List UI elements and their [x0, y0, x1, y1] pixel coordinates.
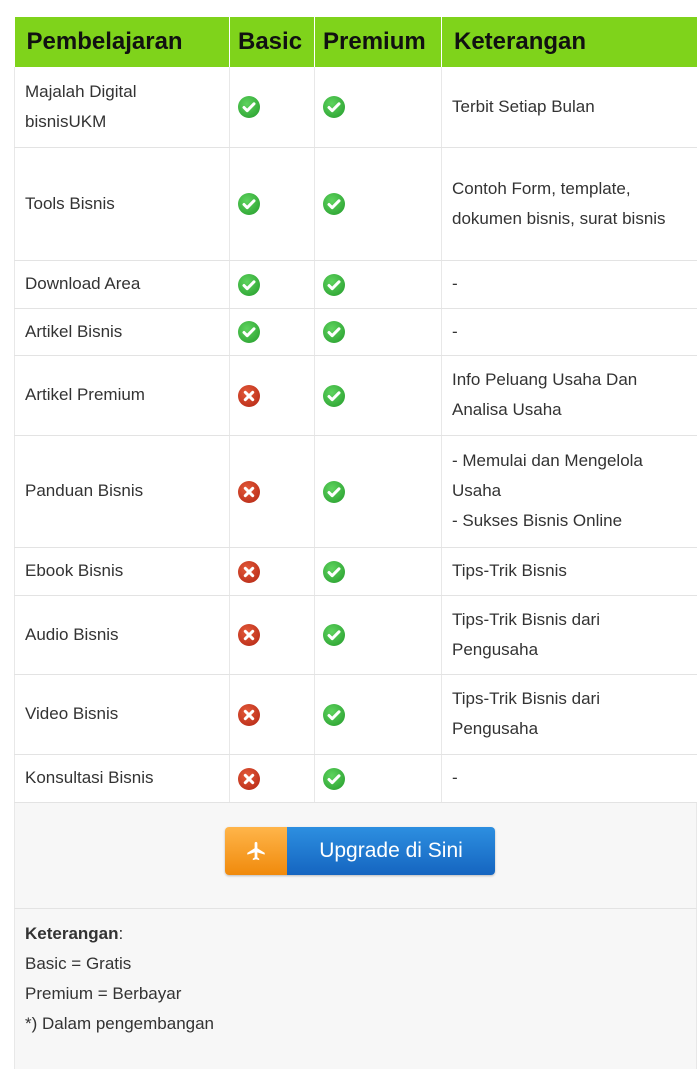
upgrade-button[interactable]: Upgrade di Sini [225, 827, 495, 875]
airplane-icon [225, 827, 287, 875]
basic-cell [230, 147, 315, 260]
table-row: Audio Bisnis Tips-Trik Bisnis dari Pengus… [15, 595, 697, 674]
feature-name: Audio Bisnis [15, 595, 230, 674]
basic-cell [230, 260, 315, 308]
feature-name: Konsultasi Bisnis [15, 754, 230, 802]
table-row: Artikel Bisnis - [15, 308, 697, 355]
check-icon [323, 385, 345, 407]
feature-name: Majalah Digital bisnisUKM [15, 67, 230, 147]
check-icon [323, 274, 345, 296]
check-icon [323, 481, 345, 503]
feature-note: Tips-Trik Bisnis dari Pengusaha [442, 674, 697, 754]
header-pembelajaran: Pembelajaran [15, 17, 230, 67]
basic-cell [230, 547, 315, 595]
basic-cell [230, 674, 315, 754]
premium-cell [315, 355, 442, 435]
table-row: Majalah Digital bisnisUKM Terbit Setiap B… [15, 67, 697, 147]
basic-cell [230, 754, 315, 802]
basic-cell [230, 355, 315, 435]
check-icon [323, 193, 345, 215]
header-premium: Premium [315, 17, 442, 67]
premium-cell [315, 260, 442, 308]
cross-icon [238, 768, 260, 790]
notes-heading-colon: : [119, 924, 124, 943]
table-header-row: Pembelajaran Basic Premium Keterangan [15, 17, 697, 67]
upgrade-button-label: Upgrade di Sini [287, 827, 495, 875]
check-icon [323, 561, 345, 583]
header-keterangan: Keterangan [442, 17, 697, 67]
feature-note: Info Peluang Usaha Dan Analisa Usaha [442, 355, 697, 435]
table-row: Tools Bisnis Contoh Form, template, dokum… [15, 147, 697, 260]
notes-line: Basic = Gratis [25, 949, 686, 979]
notes-heading: Keterangan [25, 924, 119, 943]
cross-icon [238, 561, 260, 583]
check-icon [323, 768, 345, 790]
feature-name: Video Bisnis [15, 674, 230, 754]
table-row: Konsultasi Bisnis - [15, 754, 697, 802]
premium-cell [315, 308, 442, 355]
cross-icon [238, 624, 260, 646]
feature-note: - Memulai dan Mengelola Usaha - Sukses B… [442, 435, 697, 547]
check-icon [238, 193, 260, 215]
premium-cell [315, 595, 442, 674]
notes-line: Premium = Berbayar [25, 979, 686, 1009]
notes-heading-line: Keterangan: [25, 919, 686, 949]
feature-note: Contoh Form, template, dokumen bisnis, s… [442, 147, 697, 260]
pricing-comparison: Pembelajaran Basic Premium Keterangan Ma… [14, 17, 697, 1069]
comparison-table: Pembelajaran Basic Premium Keterangan Ma… [14, 17, 697, 803]
check-icon [323, 704, 345, 726]
feature-name: Download Area [15, 260, 230, 308]
feature-note: Tips-Trik Bisnis dari Pengusaha [442, 595, 697, 674]
feature-note: - [442, 754, 697, 802]
check-icon [323, 96, 345, 118]
feature-name: Artikel Premium [15, 355, 230, 435]
table-row: Video Bisnis Tips-Trik Bisnis dari Pengus… [15, 674, 697, 754]
table-body: Majalah Digital bisnisUKM Terbit Setiap B… [15, 67, 697, 802]
table-row: Panduan Bisnis - Memulai dan Mengelola Us… [15, 435, 697, 547]
table-row: Artikel Premium Info Peluang Usaha Dan An… [15, 355, 697, 435]
basic-cell [230, 435, 315, 547]
feature-name: Ebook Bisnis [15, 547, 230, 595]
check-icon [323, 624, 345, 646]
upgrade-row: Upgrade di Sini [14, 803, 697, 909]
feature-note: - [442, 260, 697, 308]
feature-name: Tools Bisnis [15, 147, 230, 260]
check-icon [238, 274, 260, 296]
basic-cell [230, 308, 315, 355]
basic-cell [230, 67, 315, 147]
feature-note: - [442, 308, 697, 355]
check-icon [238, 96, 260, 118]
feature-name: Artikel Bisnis [15, 308, 230, 355]
feature-note: Tips-Trik Bisnis [442, 547, 697, 595]
feature-note: Terbit Setiap Bulan [442, 67, 697, 147]
table-row: Ebook Bisnis Tips-Trik Bisnis [15, 547, 697, 595]
premium-cell [315, 67, 442, 147]
cross-icon [238, 704, 260, 726]
check-icon [238, 321, 260, 343]
premium-cell [315, 754, 442, 802]
feature-name: Panduan Bisnis [15, 435, 230, 547]
basic-cell [230, 595, 315, 674]
cross-icon [238, 481, 260, 503]
check-icon [323, 321, 345, 343]
premium-cell [315, 674, 442, 754]
cross-icon [238, 385, 260, 407]
header-basic: Basic [230, 17, 315, 67]
premium-cell [315, 435, 442, 547]
premium-cell [315, 147, 442, 260]
premium-cell [315, 547, 442, 595]
table-row: Download Area - [15, 260, 697, 308]
notes-line: *) Dalam pengembangan [25, 1009, 686, 1039]
